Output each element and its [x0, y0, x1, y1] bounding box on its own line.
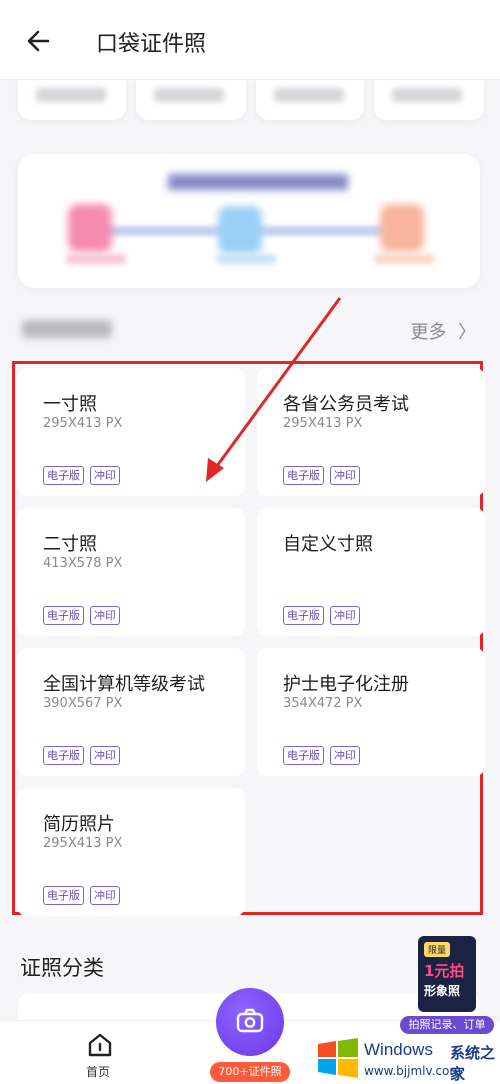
photo-size-grid: 一寸照 295X413 PX 电子版 冲印 各省公务员考试 295X413 PX …: [12, 361, 485, 916]
app-header: 口袋证件照: [0, 0, 500, 80]
blurred-chip-row: [0, 80, 500, 128]
chevron-right-icon: 〉: [452, 322, 476, 343]
tag-digital: 电子版: [43, 466, 84, 485]
card-one-inch[interactable]: 一寸照 295X413 PX 电子版 冲印: [17, 368, 245, 496]
card-size: 295X413 PX: [43, 836, 123, 851]
process-banner[interactable]: [18, 154, 480, 288]
promo-ad[interactable]: 限量 1元拍 形象照: [418, 936, 476, 1012]
tag-digital: 电子版: [283, 606, 324, 625]
card-nurse-registration[interactable]: 护士电子化注册 354X472 PX 电子版 冲印: [257, 648, 485, 776]
card-computer-exam[interactable]: 全国计算机等级考试 390X567 PX 电子版 冲印: [17, 648, 245, 776]
tag-digital: 电子版: [283, 466, 324, 485]
step-1-icon: [68, 204, 112, 252]
card-name: 全国计算机等级考试: [43, 674, 205, 695]
tag-print: 冲印: [330, 466, 360, 485]
card-resume-photo[interactable]: 简历照片 295X413 PX 电子版 冲印: [17, 788, 245, 916]
step-2-icon: [218, 206, 262, 254]
category-title: 证照分类: [20, 956, 104, 980]
tag-digital: 电子版: [43, 606, 84, 625]
blurred-section-title: [22, 320, 112, 338]
page-title: 口袋证件照: [96, 32, 207, 57]
section-header: 更多 〉: [22, 318, 482, 344]
camera-button[interactable]: [216, 988, 284, 1056]
tag-digital: 电子版: [43, 886, 84, 905]
card-name: 简历照片: [43, 814, 115, 835]
more-label: 更多: [410, 322, 447, 343]
tag-print: 冲印: [330, 606, 360, 625]
camera-icon: [236, 1008, 264, 1033]
home-icon[interactable]: [86, 1031, 114, 1059]
card-size: 295X413 PX: [43, 416, 123, 431]
promo-subtitle: 形象照: [424, 984, 461, 998]
card-name: 护士电子化注册: [283, 674, 409, 695]
card-civil-service[interactable]: 各省公务员考试 295X413 PX 电子版 冲印: [257, 368, 485, 496]
card-size: 390X567 PX: [43, 696, 123, 711]
tag-print: 冲印: [90, 606, 120, 625]
watermark: Windows 系统之家 www.bjjmlv.com: [312, 1032, 500, 1084]
back-arrow-icon[interactable]: [22, 24, 56, 58]
tag-print: 冲印: [90, 466, 120, 485]
blurred-chip[interactable]: [256, 80, 364, 120]
blurred-chip[interactable]: [374, 80, 484, 120]
watermark-brand: Windows: [364, 1040, 433, 1059]
windows-logo-icon: [318, 1038, 358, 1078]
card-size: 413X578 PX: [43, 556, 123, 571]
card-custom-size[interactable]: 自定义寸照 电子版 冲印: [257, 508, 485, 636]
more-link[interactable]: 更多 〉: [411, 318, 476, 344]
card-name: 一寸照: [43, 394, 97, 415]
watermark-url: www.bjjmlv.com: [364, 1064, 462, 1078]
tab-home-label[interactable]: 首页: [86, 1063, 110, 1080]
blurred-chip[interactable]: [18, 80, 126, 120]
card-size: 354X472 PX: [283, 696, 363, 711]
card-name: 各省公务员考试: [283, 394, 409, 415]
promo-price: 1元拍: [424, 962, 465, 980]
tag-print: 冲印: [90, 746, 120, 765]
camera-badge: 700+证件照: [210, 1062, 290, 1082]
blurred-chip[interactable]: [136, 80, 246, 120]
card-name: 二寸照: [43, 534, 97, 555]
card-size: 295X413 PX: [283, 416, 363, 431]
tag-print: 冲印: [330, 746, 360, 765]
card-name: 自定义寸照: [283, 534, 373, 555]
tag-digital: 电子版: [43, 746, 84, 765]
card-two-inch[interactable]: 二寸照 413X578 PX 电子版 冲印: [17, 508, 245, 636]
tag-print: 冲印: [90, 886, 120, 905]
step-3-icon: [380, 204, 424, 252]
tag-digital: 电子版: [283, 746, 324, 765]
promo-pill: 限量: [424, 942, 451, 957]
